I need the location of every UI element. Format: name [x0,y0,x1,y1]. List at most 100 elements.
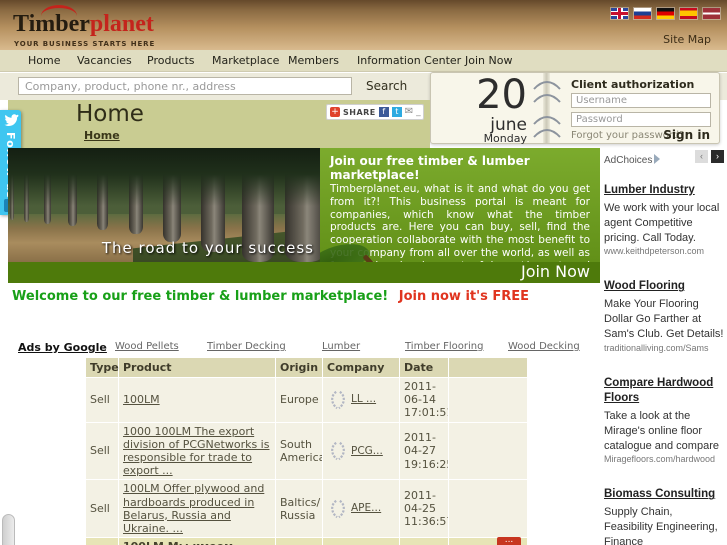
timberplanet-page: Timberplanet YOUR BUSINESS STARTS HERE S… [0,0,727,545]
table-row: Sell 100LM Europe LL ... 2011-06-14 17:0… [86,378,527,422]
date-cell: 2011-06-14 17:01:51 [400,378,448,422]
twitter-bird-icon [4,114,19,126]
search-button[interactable]: Search [366,79,407,93]
scroll-widget[interactable] [2,514,15,545]
twitter-icon[interactable]: t [391,107,402,117]
top-header: Timberplanet YOUR BUSINESS STARTS HERE S… [0,0,727,50]
adchoices-link[interactable]: AdChoices [604,155,652,166]
calendar-day: 20 [476,72,527,118]
nav-item-join-now[interactable]: Join Now [465,54,512,67]
company-link[interactable]: APE... [351,502,381,515]
welcome-line: Welcome to our free timber & lumber mark… [12,289,529,304]
origin-cell: Europe [276,378,322,422]
join-free-text: Join now it's FREE [398,289,530,304]
header-origin: Origin [276,358,322,377]
page-title: Home [76,101,144,127]
nav-item-marketplace[interactable]: Marketplace [212,54,279,67]
product-link[interactable]: 100LM Offer plywood and hardboards produ… [123,482,264,535]
date-cell: 2011-04-25 11:36:57 [400,480,448,538]
share-plus-icon[interactable]: + [330,107,340,117]
ad-title-link[interactable]: Wood Flooring [604,279,724,294]
empty-cell [449,422,527,480]
ad-title-link[interactable]: Compare Hardwood Floors [604,376,724,406]
promo-panel: Join our free timber & lumber marketplac… [320,148,600,262]
site-map-link[interactable]: Site Map [663,33,711,46]
nav-item-vacancies[interactable]: Vacancies [77,54,132,67]
product-link[interactable]: 100LM [123,393,160,406]
ads-next-button[interactable]: › [711,150,724,163]
facebook-icon[interactable]: f [378,107,389,117]
empty-cell [449,378,527,422]
ads-prev-button[interactable]: ‹ [695,150,708,163]
ad-block: Biomass Consulting Supply Chain, Feasibi… [604,487,724,545]
ad-link-lumber[interactable]: Lumber [322,341,360,352]
product-link[interactable]: 100LM Мы имеем собственный лесопильный ц… [123,540,256,545]
share-widget[interactable]: + SHARE f t ✉ _ [326,104,424,120]
flag-uk-icon[interactable] [611,8,628,19]
ad-link-wood-pellets[interactable]: Wood Pellets [115,341,179,352]
date-cell: 2011-04-24 20:19:20 [400,538,448,545]
flag-spain-icon[interactable] [680,8,697,19]
search-input[interactable] [18,77,352,95]
join-now-strip: Join Now [8,262,600,283]
ads-by-google-label[interactable]: Ads by Google [18,341,107,354]
ad-block: Compare Hardwood Floors Take a look at t… [604,376,724,464]
origin-cell: South America [276,422,322,480]
nav-item-products[interactable]: Products [147,54,195,67]
main-nav: Home Vacancies Products Marketplace Memb… [0,50,727,72]
ad-link-wood-decking[interactable]: Wood Decking [508,341,580,352]
product-cell: 100LM [119,378,275,422]
date-cell: 2011-04-27 19:16:25 [400,422,448,480]
company-cell [323,538,399,545]
company-link[interactable]: LL ... [351,393,376,406]
origin-cell: Baltics/ Russia [276,480,322,538]
sign-in-button[interactable]: Sign in [663,128,710,142]
promo-body: Timberplanet.eu, what is it and what do … [330,183,590,262]
adchoices-row: AdChoices ‹ › [604,150,724,166]
header-type: Type [86,358,119,377]
header-product: Product [119,358,275,377]
join-now-button[interactable]: Join Now [521,262,590,281]
ad-block: Lumber Industry We work with your local … [604,183,724,256]
canopy-decoration [8,148,320,206]
nav-item-members[interactable]: Members [288,54,339,67]
ad-url-link[interactable]: traditionalliving.com/Sams [604,343,724,353]
ad-url-link[interactable]: Miragefloors.com/hardwood [604,454,724,464]
nav-item-home[interactable]: Home [28,54,60,67]
share-more-icon[interactable]: _ [416,107,421,117]
empty-cell [449,480,527,538]
welcome-text: Welcome to our free timber & lumber mark… [12,289,389,304]
type-cell: Sell [86,422,118,480]
laurel-wreath-icon [331,390,345,409]
company-link[interactable]: PCG... [351,445,383,458]
company-cell: LL ... [323,378,399,422]
username-field[interactable] [571,93,711,108]
flag-germany-icon[interactable] [657,8,674,19]
site-tagline: YOUR BUSINESS STARTS HERE [14,40,156,48]
breadcrumb[interactable]: Home [84,129,120,142]
site-logo[interactable]: Timberplanet [13,11,154,38]
header-date: Date [400,358,448,377]
ad-link-timber-decking[interactable]: Timber Decking [207,341,286,352]
share-bar-more-button[interactable]: ... [497,536,521,545]
ad-body: We work with your local agent Competitiv… [604,201,720,244]
ad-title-link[interactable]: Biomass Consulting [604,487,724,502]
nav-item-information-center[interactable]: Information Center [357,54,461,67]
ad-title-link[interactable]: Lumber Industry [604,183,724,198]
laurel-wreath-icon [331,499,345,518]
origin-cell: Baltics/ Russia [276,538,322,545]
table-row: Sell 100LM Мы имеем собственный лесопиль… [86,538,527,545]
table-row: Sell 1000 100LM The export division of P… [86,422,527,480]
product-cell: 1000 100LM The export division of PCGNet… [119,422,275,480]
email-icon[interactable]: ✉ [405,107,413,117]
password-field[interactable] [571,112,711,127]
flag-russia-icon[interactable] [634,8,651,19]
type-cell: Sell [86,378,118,422]
table-header-row: Type Product Origin Company Date [86,358,527,377]
flag-latvia-icon[interactable] [703,8,720,19]
auth-title: Client authorization [571,78,695,91]
ad-url-link[interactable]: www.keithdpeterson.com [604,246,724,256]
ad-link-timber-flooring[interactable]: Timber Flooring [405,341,483,352]
product-link[interactable]: 1000 100LM The export division of PCGNet… [123,425,269,478]
date-auth-widget: 20 june Monday Client authorization Forg… [430,72,720,145]
